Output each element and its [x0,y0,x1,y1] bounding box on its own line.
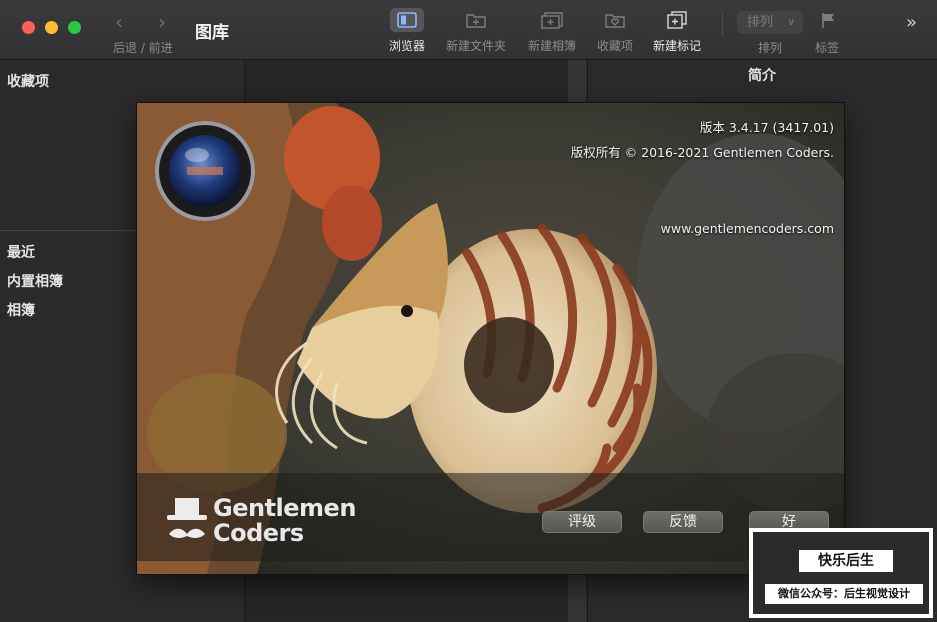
version-text: 版本 3.4.17 (3417.01) [699,120,834,135]
new-folder-button[interactable]: 新建文件夹 [442,8,510,54]
sort-label: 排列 [758,41,783,55]
about-dialog: 版本 3.4.17 (3417.01) 版权所有 © 2016-2021 Gen… [137,103,844,574]
minimize-window-button[interactable] [45,21,58,34]
sidebar-item-albums[interactable]: 相簿 [7,300,35,320]
info-panel-title: 简介 [748,68,776,84]
new-album-icon [535,8,569,32]
flag-icon[interactable] [820,11,838,33]
favorites-label: 收藏项 [596,39,633,53]
copyright-text: 版权所有 © 2016-2021 Gentlemen Coders. [570,145,834,160]
toolbar-separator [722,12,723,36]
watermark-title: 快乐后生 [799,550,893,572]
brand-name-line1: Gentlemen [213,494,356,522]
sidebar-divider [0,230,136,231]
sidebar-item-builtin-albums[interactable]: 内置相簿 [7,271,63,291]
window-title: 图库 [195,23,229,43]
chevron-left-icon[interactable]: ‹ [115,10,123,34]
brand-name-line2: Coders [213,519,304,547]
gentleman-hat-logo-icon [163,496,211,550]
sidebar-favorites-header: 收藏项 [7,74,49,90]
sort-select-value: 排列 [747,15,774,30]
brand-name: Gentlemen Coders [213,496,356,546]
feedback-button[interactable]: 反馈 [643,511,723,533]
toolbar: ‹ › 后退 / 前进 图库 浏览器 新建文件夹 新建相簿 收藏项 新建标记 排… [0,0,937,60]
chevron-right-icon[interactable]: › [158,10,166,34]
browser-label: 浏览器 [388,39,425,53]
chevron-down-icon: ∨ [787,17,795,28]
new-folder-label: 新建文件夹 [445,39,506,53]
tag-label: 标签 [815,41,840,55]
watermark-stamp: 快乐后生 微信公众号：后生视觉设计 [749,528,933,618]
favorites-icon [598,8,632,32]
browser-button[interactable]: 浏览器 [386,8,428,54]
watermark-subtitle: 微信公众号：后生视觉设计 [765,584,923,604]
browser-icon [390,8,424,32]
new-mark-label: 新建标记 [652,39,701,53]
zoom-window-button[interactable] [68,21,81,34]
website-link[interactable]: www.gentlemencoders.com [661,221,834,236]
sidebar-item-recent[interactable]: 最近 [7,242,35,262]
close-window-button[interactable] [22,21,35,34]
new-mark-icon [660,8,694,32]
nav-label: 后退 / 前进 [113,41,173,55]
new-mark-button[interactable]: 新建标记 [650,8,704,54]
new-folder-icon [459,8,493,32]
new-album-label: 新建相簿 [527,39,576,53]
new-album-button[interactable]: 新建相簿 [525,8,579,54]
rate-button[interactable]: 评级 [542,511,622,533]
favorites-button[interactable]: 收藏项 [595,8,635,54]
overflow-chevrons-icon[interactable]: » [906,12,917,33]
sort-select[interactable]: 排列 ∨ [737,11,803,34]
